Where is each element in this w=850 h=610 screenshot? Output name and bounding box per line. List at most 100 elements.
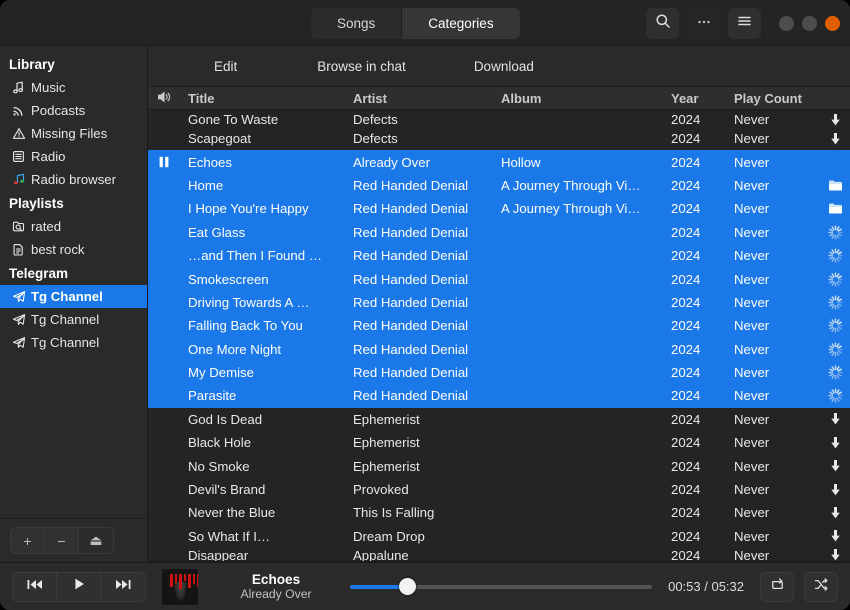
download-icon[interactable] — [820, 412, 850, 426]
spinner-icon[interactable] — [820, 271, 850, 287]
table-row[interactable]: Home Red Handed Denial A Journey Through V… — [148, 173, 850, 198]
tab-songs[interactable]: Songs — [311, 8, 403, 39]
table-row[interactable]: Smokescreen Red Handed Denial 2024 Never — [148, 267, 850, 291]
maximize-button[interactable] — [802, 16, 817, 31]
table-row[interactable]: God Is Dead Ephemerist 2024 Never — [148, 408, 850, 431]
table-row[interactable]: No Smoke Ephemerist 2024 Never — [148, 454, 850, 477]
row-year: 2024 — [671, 177, 701, 193]
sidebar-item-radio[interactable]: Radio — [0, 145, 147, 168]
close-button[interactable] — [825, 16, 840, 31]
sidebar-item-radio-browser[interactable]: Radio browser — [0, 168, 147, 191]
hamburger-menu-icon — [736, 13, 753, 34]
row-play-count: Never — [734, 224, 770, 240]
spinner-icon[interactable] — [820, 318, 850, 333]
next-track-button[interactable] — [101, 572, 145, 601]
column-header-title[interactable]: Title — [180, 91, 345, 106]
minimize-button[interactable] — [779, 16, 794, 31]
tab-categories[interactable]: Categories — [402, 8, 520, 39]
table-row[interactable]: Gone To Waste Defects 2024 Never — [148, 110, 850, 127]
download-icon[interactable] — [820, 459, 850, 473]
row-year: 2024 — [671, 318, 701, 334]
sidebar-item-tg-channel-2[interactable]: Tg Channel — [0, 308, 147, 331]
table-row[interactable]: Driving Towards A … Red Handed Denial 2024… — [148, 290, 850, 315]
table-row[interactable]: One More Night Red Handed Denial 2024 Never — [148, 337, 850, 361]
row-play-count: Never — [734, 528, 770, 544]
download-icon[interactable] — [820, 548, 850, 561]
row-year: 2024 — [671, 482, 701, 498]
sidebar-item-label: Missing Files — [31, 126, 108, 141]
download-icon[interactable] — [820, 113, 850, 127]
sidebar-item-label: Music — [31, 80, 66, 95]
row-play-count: Never — [734, 341, 770, 357]
row-artist: Red Handed Denial — [353, 271, 469, 287]
remove-playlist-button[interactable]: − — [45, 528, 79, 553]
row-play-count-cell: Never — [726, 529, 850, 544]
row-year: 2024 — [671, 365, 701, 381]
download-icon[interactable] — [820, 506, 850, 520]
track-list[interactable]: Gone To Waste Defects 2024 Never Scapegoat De… — [148, 110, 850, 561]
download-button[interactable]: Download — [460, 59, 548, 74]
download-icon[interactable] — [820, 436, 850, 450]
previous-track-button[interactable] — [13, 572, 57, 601]
table-row[interactable]: Devil's Brand Provoked 2024 Never — [148, 478, 850, 501]
spinner-icon[interactable] — [820, 388, 850, 404]
spinner-icon[interactable] — [820, 248, 850, 263]
download-icon[interactable] — [820, 132, 850, 146]
window-body: Library Music Podcasts Missing Files Rad… — [0, 46, 850, 562]
column-header-album[interactable]: Album — [493, 91, 663, 106]
table-row[interactable]: Never the Blue This Is Falling 2024 Never — [148, 501, 850, 524]
spinner-icon[interactable] — [820, 342, 850, 357]
repeat-button[interactable] — [760, 571, 794, 602]
sidebar-item-rated[interactable]: rated — [0, 215, 147, 238]
folder-icon[interactable] — [820, 179, 850, 192]
album-art — [162, 568, 198, 605]
download-icon[interactable] — [820, 529, 850, 543]
table-row[interactable]: Falling Back To You Red Handed Denial 2024… — [148, 314, 850, 338]
column-header-playing[interactable] — [148, 90, 180, 107]
table-row[interactable]: Disappear Appalune 2024 Never — [148, 548, 850, 561]
sidebar-scroll-area[interactable]: Library Music Podcasts Missing Files Rad… — [0, 46, 147, 518]
download-icon[interactable] — [820, 483, 850, 497]
radio-icon — [11, 149, 26, 164]
spinner-icon[interactable] — [820, 225, 850, 240]
table-row[interactable]: Scapegoat Defects 2024 Never — [148, 127, 850, 150]
row-artist: Already Over — [353, 154, 430, 170]
table-row[interactable]: …and Then I Found … Red Handed Denial 2024… — [148, 243, 850, 268]
table-row[interactable]: I Hope You're Happy Red Handed Denial A Jo… — [148, 197, 850, 221]
row-play-count-cell: Never — [726, 131, 850, 146]
main-menu-button[interactable] — [728, 8, 761, 39]
sidebar-item-missing-files[interactable]: Missing Files — [0, 122, 147, 145]
table-row[interactable]: Parasite Red Handed Denial 2024 Never — [148, 384, 850, 408]
sidebar-item-tg-channel-1[interactable]: Tg Channel — [0, 285, 147, 308]
sidebar-item-podcasts[interactable]: Podcasts — [0, 99, 147, 122]
spinner-icon[interactable] — [820, 295, 850, 310]
folder-icon[interactable] — [820, 202, 850, 215]
sidebar-item-tg-channel-3[interactable]: Tg Channel — [0, 331, 147, 354]
column-header-year[interactable]: Year — [663, 91, 726, 106]
column-header-artist[interactable]: Artist — [345, 91, 493, 106]
sidebar-item-best-rock[interactable]: best rock — [0, 238, 147, 261]
row-album: Hollow — [501, 154, 541, 170]
seek-handle[interactable] — [398, 578, 416, 595]
play-pause-button[interactable] — [57, 572, 101, 601]
warning-triangle-icon — [11, 126, 26, 141]
table-row[interactable]: Echoes Already Over Hollow 2024 Never — [148, 150, 850, 174]
seek-slider[interactable] — [350, 572, 653, 602]
more-options-button[interactable] — [687, 8, 720, 39]
edit-button[interactable]: Edit — [200, 59, 251, 74]
shuffle-button[interactable] — [804, 571, 838, 602]
previous-track-icon — [26, 578, 43, 596]
column-header-play-count[interactable]: Play Count — [726, 91, 850, 106]
table-row[interactable]: So What If I… Dream Drop 2024 Never — [148, 525, 850, 548]
search-button[interactable] — [646, 8, 679, 39]
spinner-icon[interactable] — [820, 365, 850, 380]
sidebar-item-music[interactable]: Music — [0, 76, 147, 99]
add-playlist-button[interactable]: + — [11, 528, 45, 553]
table-row[interactable]: My Demise Red Handed Denial 2024 Never — [148, 360, 850, 385]
browse-in-chat-button[interactable]: Browse in chat — [303, 59, 420, 74]
table-row[interactable]: Black Hole Ephemerist 2024 Never — [148, 431, 850, 454]
table-row[interactable]: Eat Glass Red Handed Denial 2024 Never — [148, 220, 850, 244]
telegram-icon — [11, 289, 26, 304]
eject-button[interactable]: ⏏ — [79, 528, 113, 553]
row-year: 2024 — [671, 528, 701, 544]
